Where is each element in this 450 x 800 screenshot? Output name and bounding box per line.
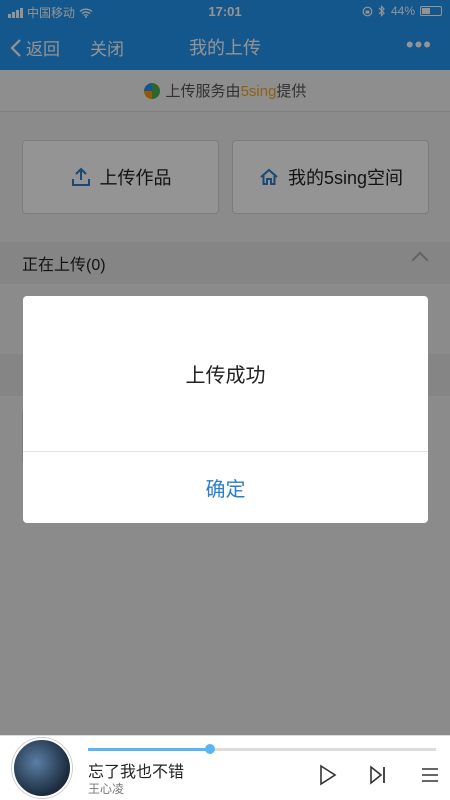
success-dialog: 上传成功 确定 — [23, 296, 428, 523]
dialog-message: 上传成功 — [185, 365, 266, 387]
progress-fill — [88, 748, 210, 751]
progress-bar[interactable] — [88, 744, 436, 754]
next-track-icon[interactable] — [368, 764, 388, 786]
confirm-button[interactable]: 确定 — [23, 452, 428, 523]
mini-player[interactable]: 忘了我也不错 王心凌 — [0, 735, 450, 800]
progress-knob[interactable] — [204, 744, 215, 754]
artist-name: 王心凌 — [88, 782, 125, 796]
song-title: 忘了我也不错 — [88, 764, 185, 781]
play-icon[interactable] — [318, 764, 338, 786]
playlist-icon[interactable] — [420, 764, 440, 786]
album-cover[interactable] — [12, 738, 72, 798]
